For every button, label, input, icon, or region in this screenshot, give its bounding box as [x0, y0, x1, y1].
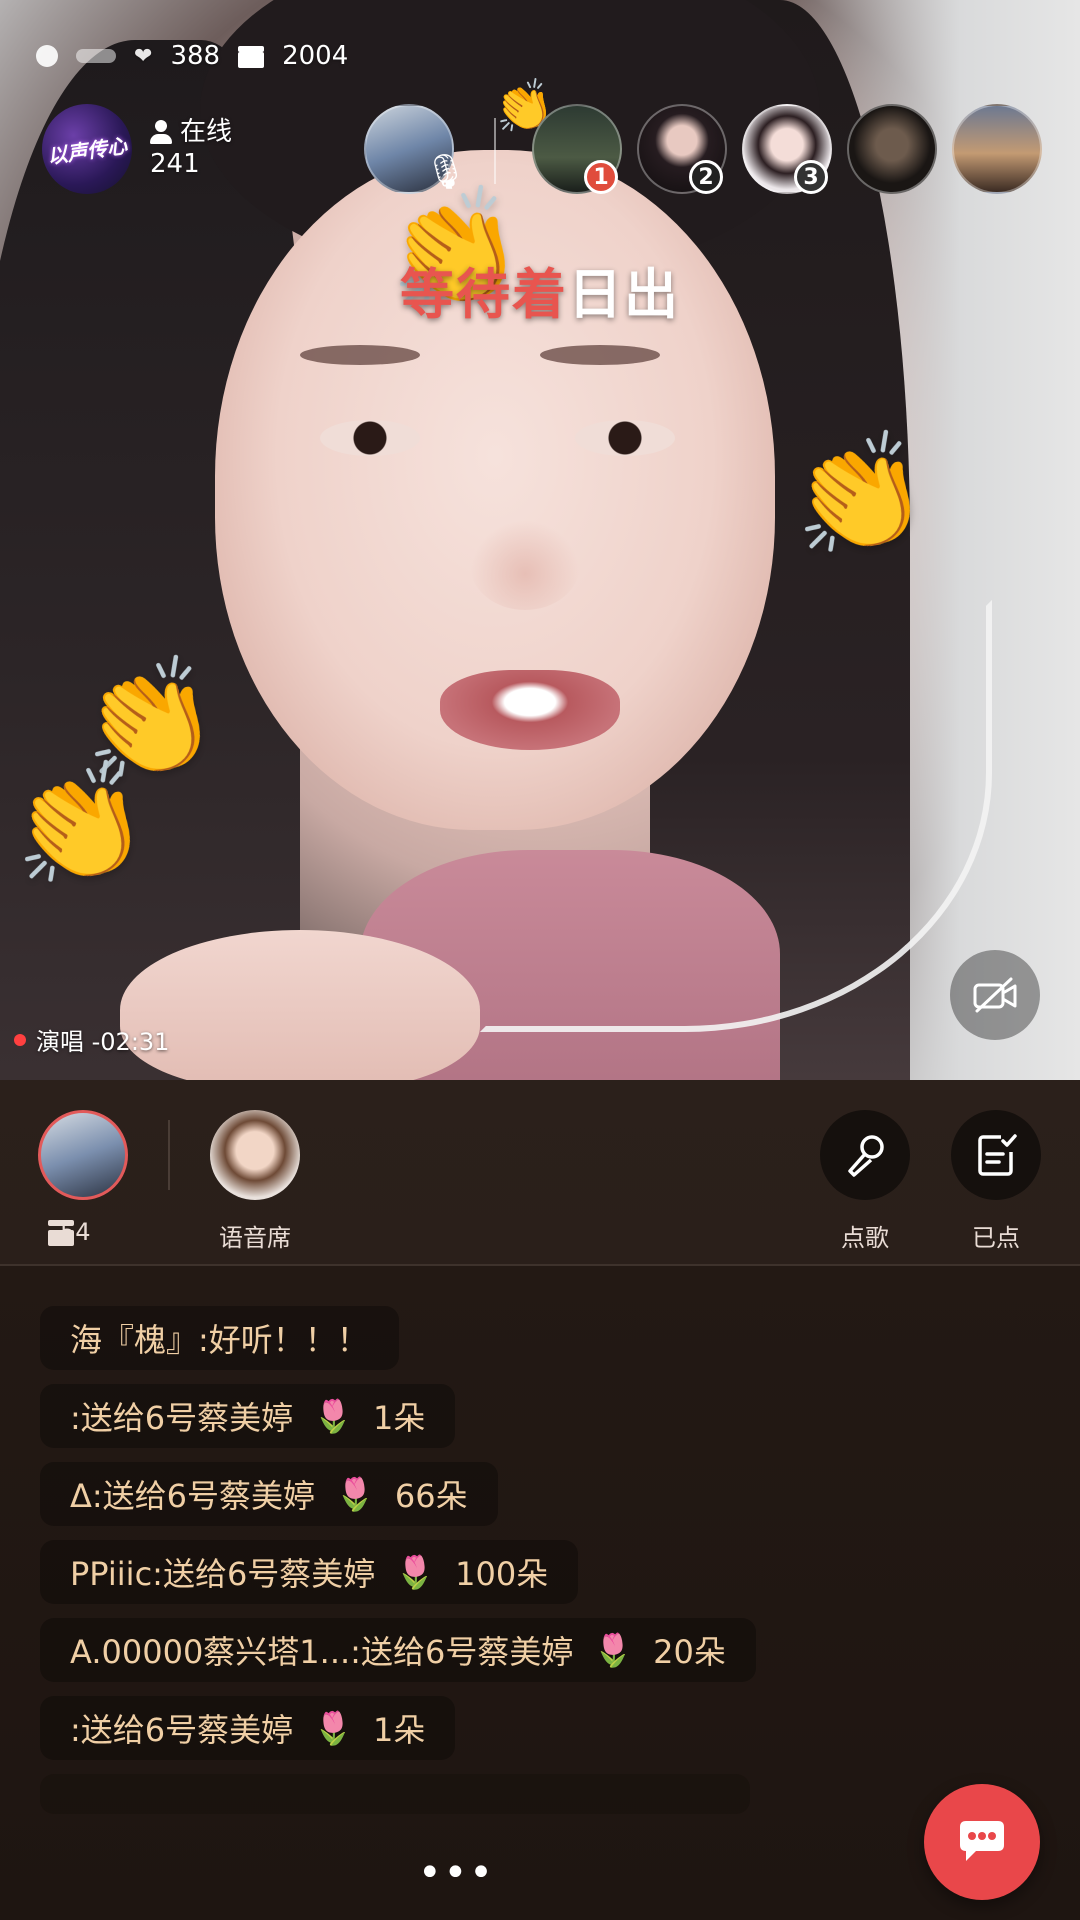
flower-icon: 🌷 — [593, 1631, 634, 1669]
microphone-icon — [848, 1135, 884, 1177]
nose — [470, 520, 580, 610]
lyric-rest: 日出 — [568, 263, 680, 326]
voice-seat-label: 语音席 — [219, 1224, 291, 1252]
person-icon — [150, 120, 172, 144]
likes-count: 388 — [170, 41, 221, 71]
lyric-line: 等待着日出 — [0, 250, 1080, 329]
rank-badge: 1 — [584, 160, 618, 194]
eyebrow-right — [540, 345, 660, 365]
eyebrow-left — [300, 345, 420, 365]
camera-off-icon — [973, 977, 1017, 1013]
chat-message: 海『槐』:好听！！！ — [40, 1306, 399, 1370]
heart-icon: ❤ — [134, 43, 153, 69]
gifts-count: 2004 — [282, 41, 349, 71]
blurred-text — [76, 49, 116, 63]
sing-timer: 演唱 -02:31 — [36, 1028, 170, 1056]
checklist-icon — [978, 1134, 1017, 1176]
ordered-songs-button[interactable] — [951, 1110, 1041, 1200]
audience-avatar[interactable] — [952, 104, 1042, 194]
clapping-hands-icon: 👏 — [0, 750, 158, 900]
chat-fab-button[interactable] — [924, 1784, 1040, 1900]
divider — [168, 1120, 170, 1190]
gift-icon — [238, 44, 265, 68]
chat-message: :送给6号蔡美婷 🌷 1朵 — [40, 1384, 456, 1448]
sing-status: 演唱 -02:31 — [14, 1022, 169, 1057]
ordered-songs-label: 已点 — [972, 1224, 1020, 1252]
main-seat-avatar[interactable] — [38, 1110, 128, 1200]
lyric-sung: 等待着 — [400, 263, 568, 326]
flower-icon: 🌷 — [395, 1553, 436, 1591]
song-request-label: 点歌 — [841, 1224, 889, 1252]
chat-message: A.00000蔡兴塔1...:送给6号蔡美婷 🌷 20朵 — [40, 1618, 756, 1682]
rank-badge: 3 — [794, 160, 828, 194]
eye-left — [320, 420, 420, 456]
camera-off-button[interactable] — [950, 950, 1040, 1040]
eye-right — [575, 420, 675, 456]
chat-message-partial — [40, 1774, 750, 1814]
online-number: 241 — [150, 149, 200, 179]
online-count[interactable]: 在线 241 — [150, 116, 232, 180]
flower-icon: 🌷 — [313, 1709, 353, 1747]
seat-gift-count: 54 — [48, 1218, 91, 1246]
flower-icon: 🌷 — [335, 1475, 375, 1513]
online-label: 在线 — [180, 117, 233, 147]
divider — [494, 118, 496, 184]
chat-message: PPiiic:送给6号蔡美婷 🌷 100朵 — [40, 1540, 579, 1604]
voice-seat-avatar[interactable] — [210, 1110, 300, 1200]
song-request-button[interactable] — [820, 1110, 910, 1200]
microphone-icon: 🎙 — [424, 152, 468, 192]
chat-message: :送给6号蔡美婷 🌷 1朵 — [40, 1696, 456, 1760]
flower-icon: 🌷 — [313, 1397, 353, 1435]
chat-message: Δ:送给6号蔡美婷 🌷 66朵 — [40, 1462, 498, 1526]
chat-bubble-icon — [960, 1821, 1004, 1861]
rank-badge: 2 — [689, 160, 723, 194]
status-dot — [36, 45, 58, 67]
chat-list[interactable]: 海『槐』:好听！！！ :送给6号蔡美婷 🌷 1朵 Δ:送给6号蔡美婷 🌷 66朵… — [0, 1266, 1080, 1920]
recording-dot — [14, 1033, 26, 1046]
top-stats: ❤ 388 2004 — [36, 36, 348, 76]
room-logo[interactable]: 以声传心 — [42, 104, 132, 194]
clapping-hands-icon: 👏 — [779, 420, 938, 570]
more-button[interactable]: ••• — [418, 1850, 495, 1896]
control-strip: 54 语音席 点歌 已点 — [0, 1080, 1080, 1266]
hand — [120, 930, 480, 1080]
audience-avatar[interactable] — [847, 104, 937, 194]
